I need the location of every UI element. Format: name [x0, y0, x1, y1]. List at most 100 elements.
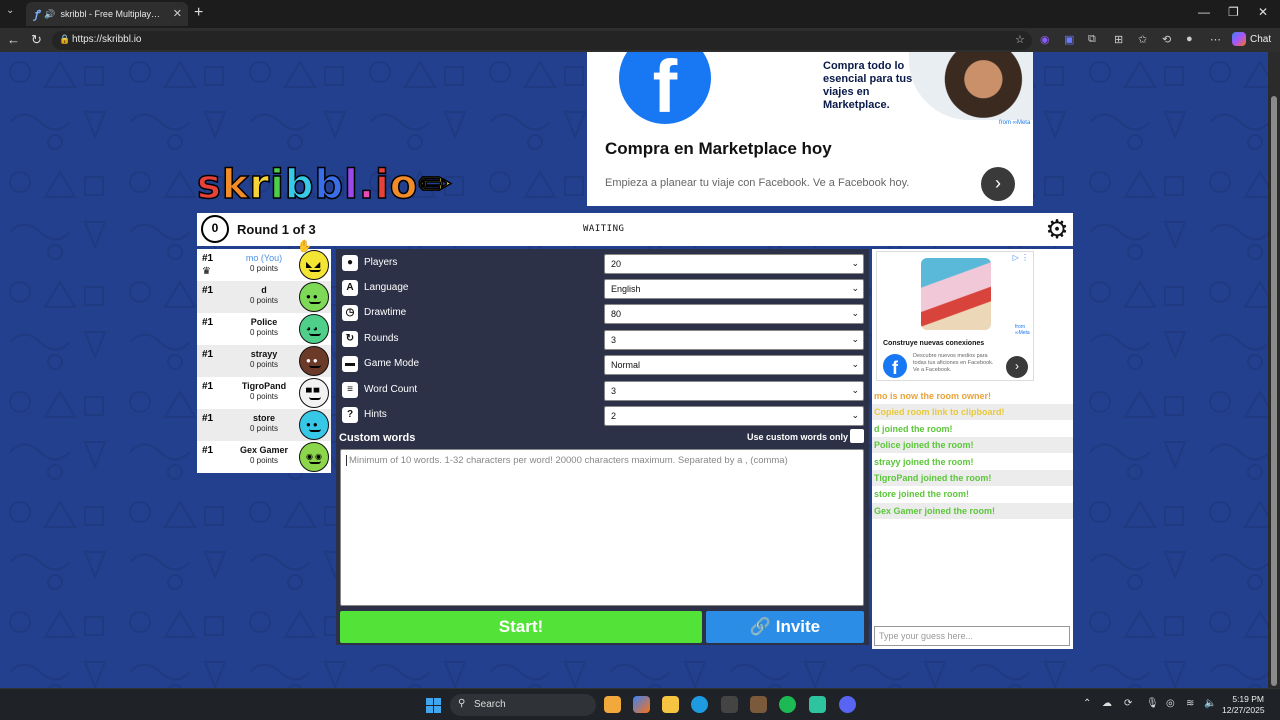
player-avatar: ◣◢ — [299, 250, 329, 280]
adchoices-icon[interactable]: ▷ ⋮ — [1013, 253, 1029, 262]
side-ad[interactable]: ▷ ⋮ from ∞Meta Construye nuevas conexion… — [876, 251, 1034, 381]
player-row[interactable]: #1 Gex Gamer 0 points ◉◉ — [197, 441, 331, 473]
custom-words-only-checkbox[interactable] — [850, 429, 864, 443]
page-scrollbar[interactable] — [1268, 52, 1280, 688]
spotify-icon[interactable] — [779, 696, 796, 713]
copilot-app-icon[interactable] — [633, 696, 650, 713]
player-points: 0 points — [249, 328, 279, 337]
taskbar-search[interactable]: ⚲ Search — [450, 694, 596, 716]
tab-actions-icon[interactable]: ⌄ — [6, 5, 14, 16]
puzzle-icon[interactable]: ⧉ — [1088, 33, 1096, 46]
setting-drawtime: ◷ Drawtime 80 ⌄ — [336, 301, 869, 325]
hints-select[interactable]: 2 ⌄ — [604, 406, 864, 426]
browser-tab[interactable]: ꝭ 🔊 skribbl - Free Multiplayer Drawing &… — [26, 2, 188, 26]
wifi-icon[interactable]: ≋ — [1186, 698, 1194, 709]
rounds-select[interactable]: 3 ⌄ — [604, 330, 864, 350]
select-value: 2 — [611, 411, 617, 421]
app-icon[interactable] — [721, 696, 738, 713]
chat-panel: ▷ ⋮ from ∞Meta Construye nuevas conexion… — [872, 249, 1073, 649]
url-field[interactable]: 🔒 https://skribbl.io — [52, 31, 1032, 50]
player-points: 0 points — [249, 360, 279, 369]
player-row[interactable]: #1 strayy 0 points ●● — [197, 345, 331, 377]
url-text: https://skribbl.io — [72, 34, 142, 45]
player-rank: #1 — [202, 349, 214, 360]
close-tab-icon[interactable]: ✕ — [173, 7, 182, 20]
custom-words-textarea[interactable]: Minimum of 10 words. 1-32 characters per… — [340, 449, 864, 606]
setting-label: Language — [364, 282, 409, 293]
close-window-icon[interactable]: ✕ — [1258, 5, 1268, 19]
taskbar-clock[interactable]: 5:19 PM 12/27/2025 — [1222, 694, 1265, 716]
scrollbar-thumb[interactable] — [1271, 96, 1277, 686]
maximize-icon[interactable]: ❐ — [1228, 5, 1239, 19]
speaker-icon[interactable]: 🔊 — [44, 9, 55, 20]
tray-chevron-icon[interactable]: ⌃ — [1083, 698, 1091, 709]
player-rank: #1 — [202, 445, 214, 456]
top-ad-banner[interactable]: f Compra todo lo esencial para tus viaje… — [587, 52, 1033, 206]
volume-icon[interactable]: 🔈 — [1204, 698, 1216, 709]
crown-icon: ♛ — [202, 266, 211, 277]
chevron-down-icon: ⌄ — [851, 359, 859, 369]
text-caret — [346, 455, 347, 466]
players-select[interactable]: 20 ⌄ — [604, 254, 864, 274]
microphone-icon[interactable]: 🎙 — [1146, 698, 1159, 709]
taskbar-search-label: Search — [474, 699, 506, 710]
split-screen-icon[interactable]: ⊞ — [1114, 33, 1123, 46]
ad-photo — [909, 52, 1033, 120]
player-rank: #1 — [202, 413, 214, 424]
profile-icon[interactable]: ● — [1186, 33, 1193, 45]
invite-label: Invite — [775, 617, 821, 636]
setting-game-mode: ▬ Game Mode Normal ⌄ — [336, 352, 869, 376]
start-button[interactable]: Start! — [340, 611, 702, 643]
chat-app-icon[interactable] — [809, 696, 826, 713]
back-icon[interactable]: ← — [7, 32, 20, 47]
select-value: 20 — [611, 259, 622, 269]
copilot-chat-button[interactable]: Chat — [1232, 32, 1271, 46]
player-row[interactable]: #1 d 0 points ●● — [197, 281, 331, 313]
player-avatar: ●● — [299, 410, 329, 440]
file-explorer-icon[interactable] — [604, 696, 621, 713]
player-row[interactable]: #1 ♛ mo (You) 0 points ◣◢ ✋ — [197, 239, 331, 281]
word-count-select[interactable]: 3 ⌄ — [604, 381, 864, 401]
extension-icon[interactable]: ◉ — [1040, 33, 1050, 46]
drawtime-select[interactable]: 80 ⌄ — [604, 304, 864, 324]
discord-icon[interactable] — [839, 696, 856, 713]
chevron-down-icon: ⌄ — [851, 410, 859, 420]
network-icon[interactable]: ◎ — [1166, 698, 1175, 709]
clock-icon: ◷ — [342, 305, 358, 321]
guess-input[interactable]: Type your guess here... — [874, 626, 1070, 646]
player-row[interactable]: #1 Police 0 points ◕◕ — [197, 313, 331, 345]
chevron-down-icon: ⌄ — [851, 283, 859, 293]
folder-icon[interactable] — [662, 696, 679, 713]
new-tab-icon[interactable]: + — [194, 4, 203, 22]
windows-start-icon[interactable] — [426, 698, 441, 713]
invite-button[interactable]: 🔗 Invite — [706, 611, 864, 643]
favorites-icon[interactable]: ✩ — [1138, 33, 1147, 46]
select-value: Normal — [611, 360, 641, 370]
sync-icon[interactable]: ⟳ — [1124, 698, 1132, 709]
more-icon[interactable]: ⋯ — [1210, 33, 1221, 46]
favorite-star-icon[interactable]: ☆ — [1015, 33, 1025, 46]
chat-message: d joined the room! — [874, 424, 953, 434]
history-icon[interactable]: ⟲ — [1162, 33, 1171, 46]
minecraft-icon[interactable] — [750, 696, 767, 713]
onedrive-icon[interactable]: ☁ — [1102, 698, 1112, 709]
refresh-icon[interactable]: ↻ — [31, 32, 42, 48]
edge-browser-icon[interactable] — [691, 696, 708, 713]
player-points: 0 points — [249, 456, 279, 465]
player-row[interactable]: #1 TigroPand 0 points ▀▀ — [197, 377, 331, 409]
lock-icon[interactable]: 🔒 — [59, 34, 70, 45]
minimize-icon[interactable]: — — [1198, 5, 1210, 19]
ad-headline[interactable]: Compra en Marketplace hoy — [605, 139, 832, 159]
ad-next-arrow-icon[interactable]: › — [1006, 356, 1028, 378]
player-row[interactable]: #1 store 0 points ●● — [197, 409, 331, 441]
chat-message: mo is now the room owner! — [874, 391, 992, 401]
game-mode-select[interactable]: Normal ⌄ — [604, 355, 864, 375]
custom-words-title: Custom words — [339, 432, 416, 444]
language-select[interactable]: English ⌄ — [604, 279, 864, 299]
extension-2-icon[interactable]: ▣ — [1064, 33, 1074, 46]
ad-promo-text: Compra todo lo esencial para tus viajes … — [823, 60, 913, 111]
ad-next-arrow-icon[interactable]: › — [981, 167, 1015, 201]
player-rank: #1 — [202, 285, 214, 296]
setting-label: Hints — [364, 409, 387, 420]
settings-gear-icon[interactable]: ⚙ — [1043, 215, 1071, 243]
